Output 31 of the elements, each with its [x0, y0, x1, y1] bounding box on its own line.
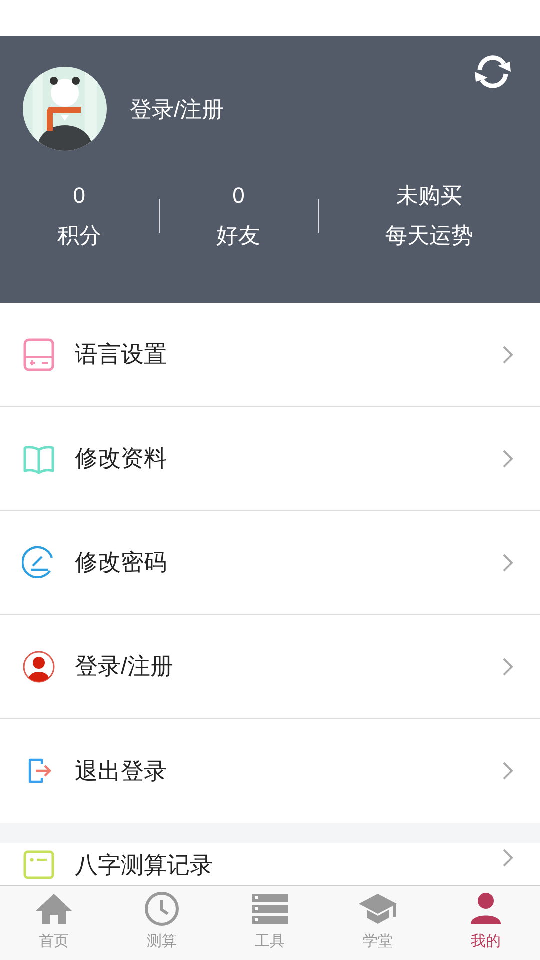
chevron-right-icon — [502, 448, 514, 468]
stat-label: 每天运势 — [385, 222, 474, 250]
menu-label: 退出登录 — [75, 756, 167, 786]
menu-label: 语言设置 — [75, 340, 167, 370]
stat-label: 好友 — [216, 222, 261, 250]
id-card-icon — [22, 848, 56, 882]
home-icon — [34, 891, 74, 927]
stat-label: 积分 — [57, 222, 102, 250]
stat-item[interactable]: 0 积分 — [0, 181, 159, 251]
stat-value: 0 — [232, 182, 245, 210]
stat-item[interactable]: 未购买 每天运势 — [318, 181, 540, 251]
chevron-right-icon — [502, 656, 514, 676]
list-icon — [250, 891, 290, 927]
chevron-right-icon — [502, 552, 514, 572]
menu-label: 修改资料 — [75, 444, 167, 474]
stat-item[interactable]: 0 好友 — [160, 181, 318, 251]
keypad-icon — [22, 338, 56, 372]
user-circle-icon — [22, 650, 56, 684]
clock-icon — [142, 891, 182, 927]
menu-label: 登录/注册 — [75, 652, 174, 682]
chevron-right-icon — [502, 344, 514, 364]
menu-label: 八字测算记录 — [75, 851, 213, 880]
edit-circle-icon — [22, 546, 56, 580]
stat-value: 未购买 — [396, 182, 462, 210]
chevron-right-icon — [502, 761, 514, 781]
tab[interactable]: 我的 — [432, 886, 540, 960]
stat-value: 0 — [73, 182, 86, 210]
menu-label: 修改密码 — [75, 548, 167, 578]
login-link[interactable]: 登录/注册 — [130, 92, 224, 126]
chevron-right-icon — [502, 848, 514, 868]
graduation-cap-icon — [358, 891, 398, 927]
